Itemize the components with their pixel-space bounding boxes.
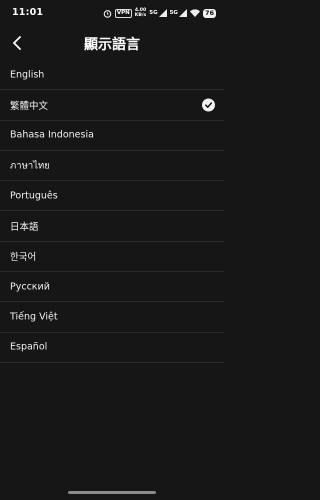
network-type-1: 5G [149, 10, 158, 16]
language-item-bahasa-indonesia[interactable]: Bahasa Indonesia [0, 121, 224, 151]
screen: 11:01 VPN 4.00 KB/s 5G 5G 76 顯示語言 Englis… [0, 0, 224, 500]
checkmark-icon [202, 98, 215, 112]
network-speed-unit: KB/s [134, 13, 147, 18]
page-title: 顯示語言 [84, 37, 140, 53]
network-type-2: 5G [169, 10, 178, 16]
language-item-russian[interactable]: Русский [0, 272, 224, 303]
language-label: Русский [10, 281, 50, 293]
wifi-icon [189, 9, 200, 17]
language-label: Español [10, 341, 48, 353]
language-label: ภาษาไทย [10, 160, 50, 172]
language-item-english[interactable]: English [0, 60, 224, 91]
language-item-vietnamese[interactable]: Tiếng Việt [0, 302, 224, 333]
language-item-japanese[interactable]: 日本語 [0, 211, 224, 242]
language-item-thai[interactable]: ภาษาไทย [0, 151, 224, 182]
vpn-badge: VPN [114, 8, 132, 18]
battery-icon: 76 [202, 8, 216, 18]
status-bar: 11:01 VPN 4.00 KB/s 5G 5G 76 [0, 0, 224, 26]
status-icons: VPN 4.00 KB/s 5G 5G 76 [103, 7, 216, 19]
language-list: English 繁體中文 Bahasa Indonesia ภาษาไทย Po… [0, 60, 224, 363]
alarm-icon [103, 9, 112, 18]
home-indicator[interactable] [68, 491, 156, 494]
header: 顯示語言 [0, 26, 224, 60]
language-label: English [10, 69, 45, 81]
language-item-traditional-chinese[interactable]: 繁體中文 [0, 90, 224, 121]
language-label: Bahasa Indonesia [10, 129, 94, 141]
language-label: Português [10, 190, 58, 202]
status-time: 11:01 [12, 7, 44, 18]
language-label: 한국어 [10, 252, 37, 264]
language-item-spanish[interactable]: Español [0, 333, 224, 363]
language-item-korean[interactable]: 한국어 [0, 242, 224, 273]
language-item-portuguese[interactable]: Português [0, 181, 224, 212]
network-speed: 4.00 KB/s [135, 8, 146, 18]
language-label: 日本語 [10, 222, 39, 234]
signal-icon: 5G [149, 9, 167, 17]
language-label: 繁體中文 [10, 100, 49, 112]
language-label: Tiếng Việt [10, 311, 58, 323]
signal-icon-2: 5G [170, 9, 187, 17]
